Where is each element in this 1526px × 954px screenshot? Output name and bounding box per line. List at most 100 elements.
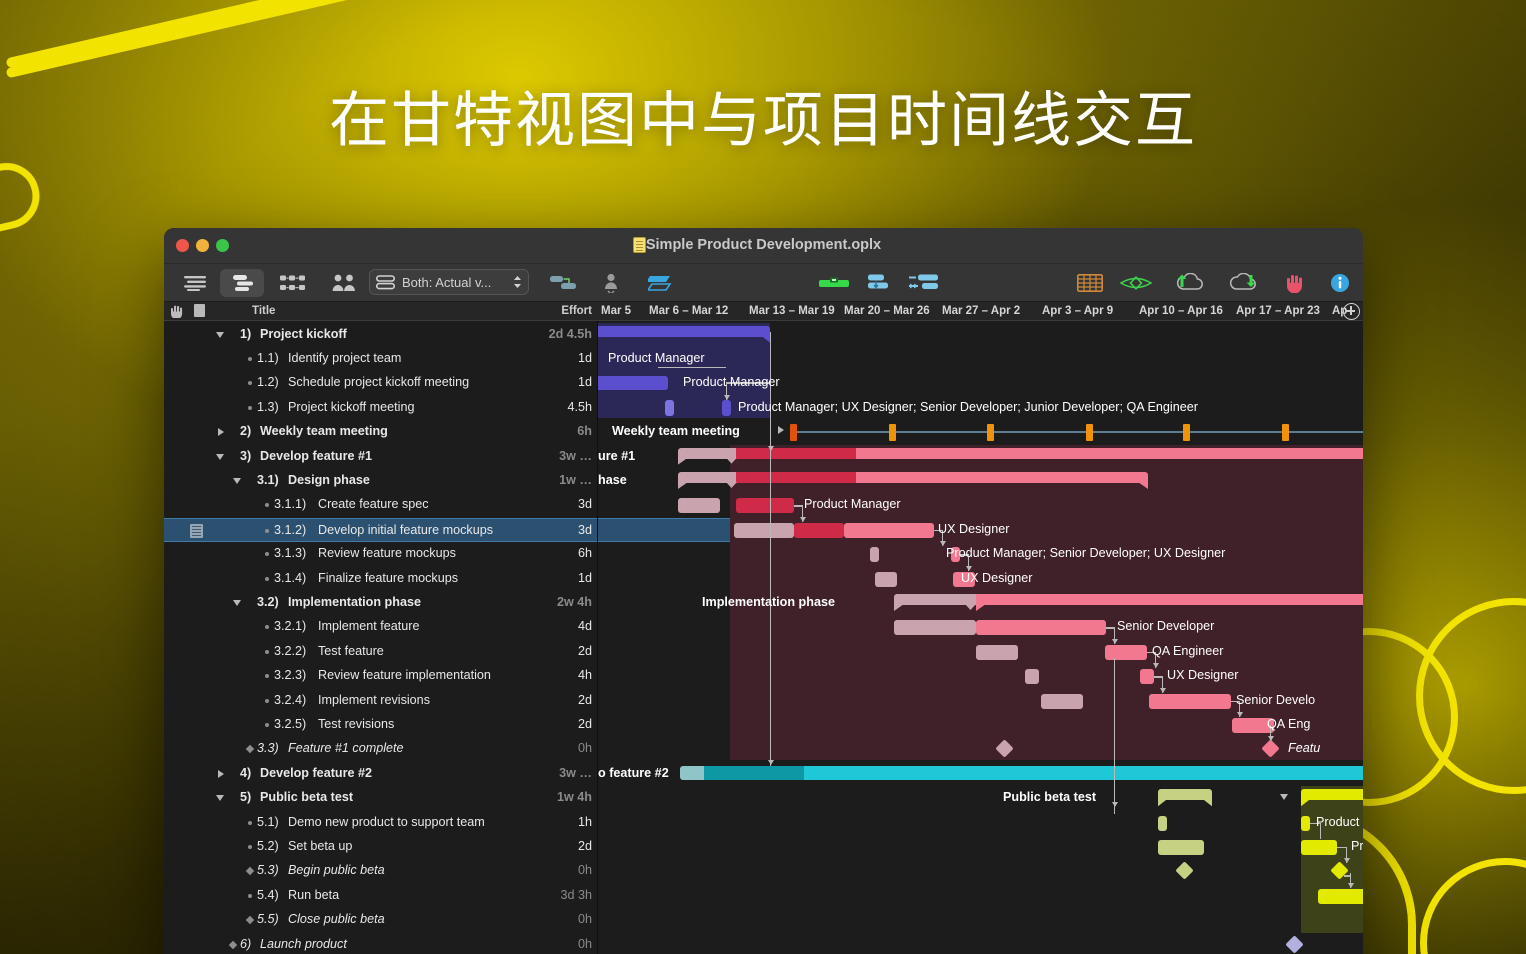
gantt-bar-set-beta-up-planned[interactable]: [1158, 840, 1204, 855]
outline-row[interactable]: 5.2) Set beta up 2d: [164, 835, 597, 859]
disclosure-triangle-closed[interactable]: [217, 428, 224, 437]
gantt-bar-review-impl-planned[interactable]: [1025, 669, 1039, 685]
row-effort: 2d 4.5h: [548, 326, 592, 341]
gantt-recurring-occurrence[interactable]: [987, 424, 994, 442]
outline-view-icon[interactable]: [178, 269, 212, 297]
inspector-icon[interactable]: [1321, 269, 1359, 297]
stop-icon[interactable]: [1276, 269, 1314, 297]
outline-row[interactable]: 3.2.1) Implement feature 4d: [164, 615, 597, 639]
gantt-bar-create-feature-spec-planned[interactable]: [678, 498, 720, 514]
outline-row[interactable]: 3.1.3) Review feature mockups 6h: [164, 542, 597, 566]
gantt-bar-implement-revisions-planned[interactable]: [1041, 693, 1083, 709]
outline-row[interactable]: 1.2) Schedule project kickoff meeting 1d: [164, 371, 597, 395]
outline-row[interactable]: 6) Launch product 0h: [164, 933, 597, 954]
column-header-title[interactable]: Title: [252, 305, 275, 317]
gantt-bar-schedule-kickoff[interactable]: [598, 376, 668, 391]
gantt-bar-run-beta-actual[interactable]: [1318, 888, 1363, 904]
outline-row[interactable]: 1.1) Identify project team 1d: [164, 347, 597, 371]
gantt-bar-demo-product-planned[interactable]: [1158, 815, 1167, 831]
gantt-summary-project-kickoff[interactable]: [598, 325, 770, 343]
outline-row[interactable]: 3.3) Feature #1 complete 0h: [164, 737, 597, 761]
gantt-summary-develop-feature-2[interactable]: [680, 765, 1363, 780]
outline-row[interactable]: 4) Develop feature #2 3w …: [164, 762, 597, 786]
outline-row[interactable]: 2) Weekly team meeting 6h: [164, 420, 597, 444]
gantt-bar-finalize-mockups-planned[interactable]: [875, 571, 897, 587]
outline-row[interactable]: 5.5) Close public beta 0h: [164, 908, 597, 932]
subscribe-icon[interactable]: [1224, 269, 1264, 297]
beta-summary-collapse-arrow[interactable]: [1280, 794, 1288, 801]
disclosure-triangle-open[interactable]: [233, 600, 241, 606]
outline-row[interactable]: 3.1.4) Finalize feature mockups 1d: [164, 567, 597, 591]
disclosure-triangle-closed[interactable]: [217, 769, 224, 778]
dependency-icon[interactable]: [544, 269, 584, 297]
gantt-bar-implement-feature-planned[interactable]: [894, 620, 976, 636]
gantt-recurring-occurrence[interactable]: [790, 424, 797, 442]
gantt-bar-implement-feature-actual[interactable]: [976, 620, 1106, 636]
diamond-outline-icon[interactable]: [1116, 269, 1156, 297]
hand-icon[interactable]: [170, 304, 184, 321]
indent-icon[interactable]: [642, 269, 682, 297]
spreadsheet-icon[interactable]: [1070, 269, 1110, 297]
group-icon[interactable]: [858, 269, 898, 297]
disclosure-triangle-open[interactable]: [216, 795, 224, 802]
gantt-bar-set-beta-up-actual[interactable]: [1301, 840, 1337, 855]
split-icon[interactable]: [904, 269, 944, 297]
gantt-milestone-launch-product[interactable]: [1285, 934, 1304, 954]
network-view-icon[interactable]: [272, 269, 316, 297]
publish-icon[interactable]: [1170, 269, 1210, 297]
column-header-effort[interactable]: Effort: [554, 305, 592, 317]
gantt-bar-implement-revisions-actual[interactable]: [1149, 693, 1231, 709]
gantt-bar-demo-product-actual[interactable]: [1301, 815, 1310, 831]
resource-view-icon[interactable]: [324, 269, 364, 297]
gantt-summary-public-beta-planned[interactable]: [1158, 789, 1212, 807]
gantt-bar-review-mockups-planned[interactable]: [870, 547, 879, 563]
gantt-milestone-begin-beta-planned[interactable]: [1175, 861, 1194, 881]
row-note-icon[interactable]: [190, 523, 203, 538]
outline-row[interactable]: 3.1.1) Create feature spec 3d: [164, 493, 597, 517]
outline-row[interactable]: 3.1.2) Develop initial feature mockups 3d: [164, 517, 597, 543]
gantt-bar-create-feature-spec-actual[interactable]: [736, 498, 794, 514]
gantt-recurring-occurrence[interactable]: [889, 424, 896, 442]
outline-row[interactable]: 1.3) Project kickoff meeting 4.5h: [164, 396, 597, 420]
weekly-meeting-expander[interactable]: [778, 426, 784, 435]
disclosure-triangle-open[interactable]: [216, 331, 224, 338]
outline-row[interactable]: 3.2.2) Test feature 2d: [164, 640, 597, 664]
gantt-bar-develop-mockups-remaining[interactable]: [844, 522, 934, 538]
gantt-summary-develop-feature-1[interactable]: [678, 447, 1363, 465]
outline-row[interactable]: 3.2) Implementation phase 2w 4h: [164, 591, 597, 615]
outline-row[interactable]: 1) Project kickoff 2d 4.5h: [164, 323, 597, 347]
gantt-bar-label: Product Manager; Senior Developer; UX De…: [946, 546, 1226, 561]
gantt-view-icon[interactable]: [220, 269, 264, 297]
gantt-bar-kickoff-meeting-a[interactable]: [665, 399, 674, 416]
task-outline-pane[interactable]: 1) Project kickoff 2d 4.5h 1.1) Identify pro…: [164, 321, 598, 954]
gantt-bar-test-feature-planned[interactable]: [976, 644, 1018, 660]
gantt-summary-implementation-phase[interactable]: [894, 594, 1363, 611]
gantt-recurring-occurrence[interactable]: [1282, 424, 1289, 442]
both-actual-values-popup[interactable]: Both: Actual v...: [369, 269, 529, 295]
disclosure-triangle-open[interactable]: [233, 478, 241, 484]
gantt-bar-kickoff-meeting-b[interactable]: [722, 399, 731, 416]
gantt-bar-develop-mockups-actual[interactable]: [794, 522, 844, 538]
outline-row[interactable]: 3) Develop feature #1 3w …: [164, 445, 597, 469]
disclosure-triangle-open[interactable]: [216, 453, 224, 460]
outline-row[interactable]: 5) Public beta test 1w 4h: [164, 786, 597, 810]
assign-resource-icon[interactable]: [594, 269, 628, 297]
gantt-summary-public-beta-actual[interactable]: [1301, 789, 1363, 807]
outline-row[interactable]: 5.4) Run beta 3d 3h: [164, 884, 597, 908]
gantt-bar-develop-mockups-planned[interactable]: [734, 522, 794, 538]
outline-row[interactable]: 5.3) Begin public beta 0h: [164, 859, 597, 883]
level-resources-icon[interactable]: [814, 269, 854, 297]
outline-row[interactable]: 3.2.5) Test revisions 2d: [164, 713, 597, 737]
gantt-recurring-occurrence[interactable]: [1183, 424, 1190, 442]
outline-row[interactable]: 5.1) Demo new product to support team 1h: [164, 811, 597, 835]
outline-row[interactable]: 3.2.3) Review feature implementation 4h: [164, 664, 597, 688]
outline-row[interactable]: 3.2.4) Implement revisions 2d: [164, 689, 597, 713]
note-icon[interactable]: [194, 304, 205, 317]
outline-row[interactable]: 3.1) Design phase 1w …: [164, 469, 597, 493]
gantt-chart-pane[interactable]: Product Manager Product Manager Product Ma…: [598, 321, 1363, 954]
zoom-in-icon[interactable]: [1343, 303, 1360, 320]
gantt-bar-review-impl-actual[interactable]: [1140, 669, 1154, 685]
gantt-bar-test-feature-actual[interactable]: [1105, 644, 1147, 660]
gantt-summary-design-phase[interactable]: [678, 472, 1148, 489]
gantt-recurring-occurrence[interactable]: [1086, 424, 1093, 442]
